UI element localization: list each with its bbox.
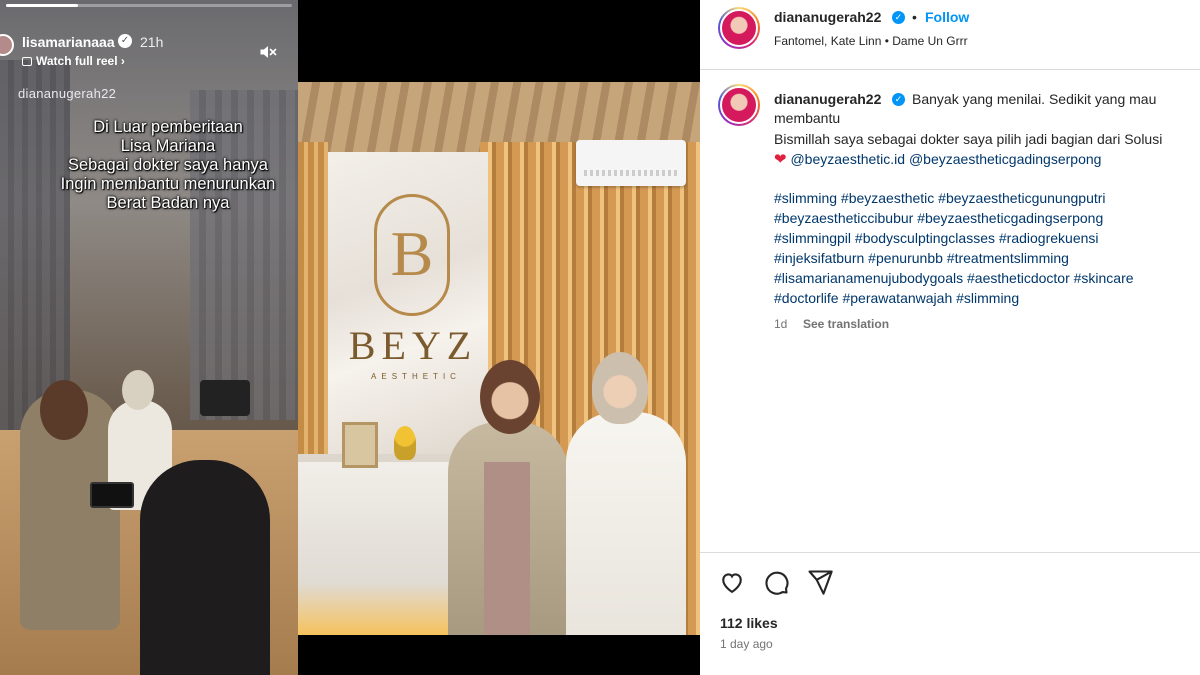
brand-logo-mark: B xyxy=(390,218,434,289)
person-blazer xyxy=(566,412,686,635)
heart-emoji: ❤ xyxy=(774,151,787,168)
ac-vent xyxy=(584,170,678,176)
person-head xyxy=(122,370,154,410)
person-head xyxy=(480,360,540,434)
see-translation-button[interactable]: See translation xyxy=(803,317,889,331)
post-photo[interactable]: B BEYZ AESTHETIC xyxy=(298,0,700,675)
reel-icon xyxy=(22,57,32,66)
caption-text: Bismillah saya sebagai dokter saya pilih… xyxy=(774,131,1163,147)
caption-line: Sebagai dokter saya hanya xyxy=(68,156,268,174)
caption-time: 1d xyxy=(774,317,788,331)
story-progress-fill xyxy=(6,4,78,7)
caption-line: Di Luar pemberitaan xyxy=(93,118,243,136)
mention-link[interactable]: @beyzaestheticgadingserpong xyxy=(909,151,1101,167)
story-username[interactable]: lisamarianaaa xyxy=(22,34,115,50)
likes-count[interactable]: 112 likes xyxy=(720,615,778,631)
person-body xyxy=(140,460,270,675)
story-panel[interactable]: lisamarianaaa ✓ 21h Watch full reel › di… xyxy=(0,0,298,675)
avatar[interactable] xyxy=(0,34,14,56)
avatar[interactable] xyxy=(718,7,760,49)
caption-line: Lisa Mariana xyxy=(120,137,216,155)
story-time: 21h xyxy=(140,34,164,50)
watch-full-reel-link[interactable]: Watch full reel › xyxy=(22,54,125,68)
avatar-image xyxy=(720,86,758,124)
person-head-hijab xyxy=(592,352,648,424)
story-caption: Di Luar pemberitaan Lisa Mariana Sebagai… xyxy=(38,118,298,213)
hashtag-line[interactable]: #doctorlife #perawatanwajah #slimming xyxy=(774,288,1019,308)
caption-username[interactable]: diananugerah22 xyxy=(774,91,881,107)
verified-icon: ✓ xyxy=(118,34,132,48)
follow-button[interactable]: Follow xyxy=(925,9,969,25)
divider xyxy=(700,552,1200,553)
person-dress xyxy=(484,462,530,635)
verified-icon: ✓ xyxy=(892,11,905,24)
caption-line: Ingin membantu menurunkan xyxy=(60,175,276,193)
post-timestamp: 1 day ago xyxy=(720,637,773,651)
story-progress-bar xyxy=(6,4,292,7)
screenshot-composite: lisamarianaaa ✓ 21h Watch full reel › di… xyxy=(0,0,1200,675)
speaker-muted-icon[interactable] xyxy=(258,42,278,62)
person-head xyxy=(40,380,88,440)
caption-line: Berat Badan nya xyxy=(106,194,230,212)
hashtag-line[interactable]: #lisamarianamenujubodygoals #aestheticdo… xyxy=(774,268,1134,288)
verified-icon: ✓ xyxy=(892,93,905,106)
air-conditioner xyxy=(576,140,686,186)
header-username[interactable]: diananugerah22 xyxy=(774,9,881,25)
clinic-photo: B BEYZ AESTHETIC xyxy=(298,82,700,635)
header-separator: • xyxy=(912,9,917,25)
story-header: lisamarianaaa ✓ 21h Watch full reel › xyxy=(0,30,298,74)
chevron-right-icon: › xyxy=(120,54,125,68)
camera-shape xyxy=(200,380,250,416)
share-icon[interactable] xyxy=(806,568,834,596)
brand-name: BEYZ xyxy=(348,323,478,368)
caption-mentions-line: ❤ @beyzaesthetic.id @beyzaestheticgading… xyxy=(774,149,1101,170)
comment-icon[interactable] xyxy=(762,568,790,596)
caption-text: Banyak yang menilai. Sedikit yang mau xyxy=(912,91,1157,107)
hashtag-line[interactable]: #slimmingpil #bodysculptingclasses #radi… xyxy=(774,228,1099,248)
hashtag-line[interactable]: #slimming #beyzaesthetic #beyzaestheticg… xyxy=(774,188,1106,208)
avatar-image xyxy=(720,9,758,47)
mention-link[interactable]: @beyzaesthetic.id xyxy=(790,151,905,167)
watch-reel-label: Watch full reel xyxy=(36,54,118,68)
heart-icon[interactable] xyxy=(718,568,746,596)
decor-plant xyxy=(394,426,416,460)
audio-attribution[interactable]: Fantomel, Kate Linn • Dame Un Grrr xyxy=(774,34,968,48)
avatar[interactable] xyxy=(718,84,760,126)
divider xyxy=(700,69,1200,70)
hashtag-line[interactable]: #injeksifatburn #penurunbb #treatmentsli… xyxy=(774,248,1069,268)
caption-text: membantu xyxy=(774,110,841,126)
story-tagged-user[interactable]: diananugerah22 xyxy=(18,86,116,101)
picture-frame xyxy=(342,422,378,468)
post-panel: diananugerah22 ✓ • Follow Fantomel, Kate… xyxy=(700,0,1200,675)
phone-shape xyxy=(90,482,134,508)
brand-subtitle: AESTHETIC xyxy=(371,372,461,381)
hashtag-line[interactable]: #beyzaestheticcibubur #beyzaestheticgadi… xyxy=(774,208,1103,228)
